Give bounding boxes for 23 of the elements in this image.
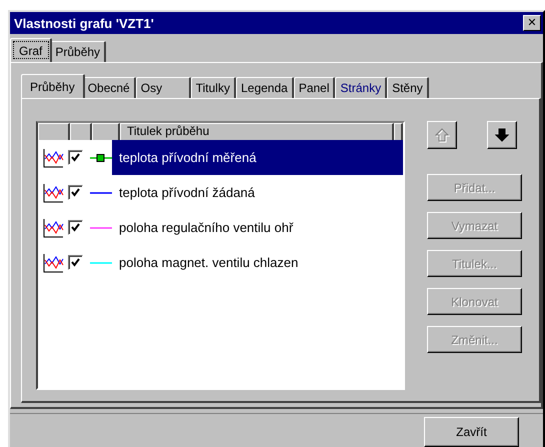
tab[interactable]: Obecné: [82, 77, 136, 98]
window-title: Vlastnosti grafu 'VZT1': [14, 16, 154, 30]
line-chart-icon: [42, 182, 64, 204]
series-title[interactable]: poloha magnet. ventilu chlazen: [112, 245, 403, 280]
line-chart-icon: [42, 146, 64, 168]
tab[interactable]: Titulky: [190, 77, 236, 98]
tab[interactable]: Panel: [294, 77, 336, 98]
tab[interactable]: Průběhy: [50, 41, 106, 62]
tab[interactable]: Osy: [136, 77, 191, 98]
series-title[interactable]: poloha regulačního ventilu ohř: [112, 210, 403, 245]
series-title[interactable]: teplota přívodní žádaná: [112, 175, 403, 210]
move-up-button[interactable]: [427, 121, 457, 149]
line-chart-icon: [42, 252, 64, 274]
tab[interactable]: Legenda: [236, 77, 294, 98]
tab[interactable]: Graf: [10, 38, 52, 62]
move-down-button[interactable]: [487, 121, 517, 149]
tab[interactable]: Stěny: [387, 77, 429, 98]
tab[interactable]: Stránky: [335, 77, 388, 98]
line-chart-icon: [42, 216, 64, 238]
close-dialog-button[interactable]: Zavřít: [424, 417, 519, 447]
series-title[interactable]: teplota přívodní měřená: [112, 140, 403, 175]
tab[interactable]: Průběhy: [21, 74, 85, 98]
close-button[interactable]: ✕: [523, 15, 541, 31]
